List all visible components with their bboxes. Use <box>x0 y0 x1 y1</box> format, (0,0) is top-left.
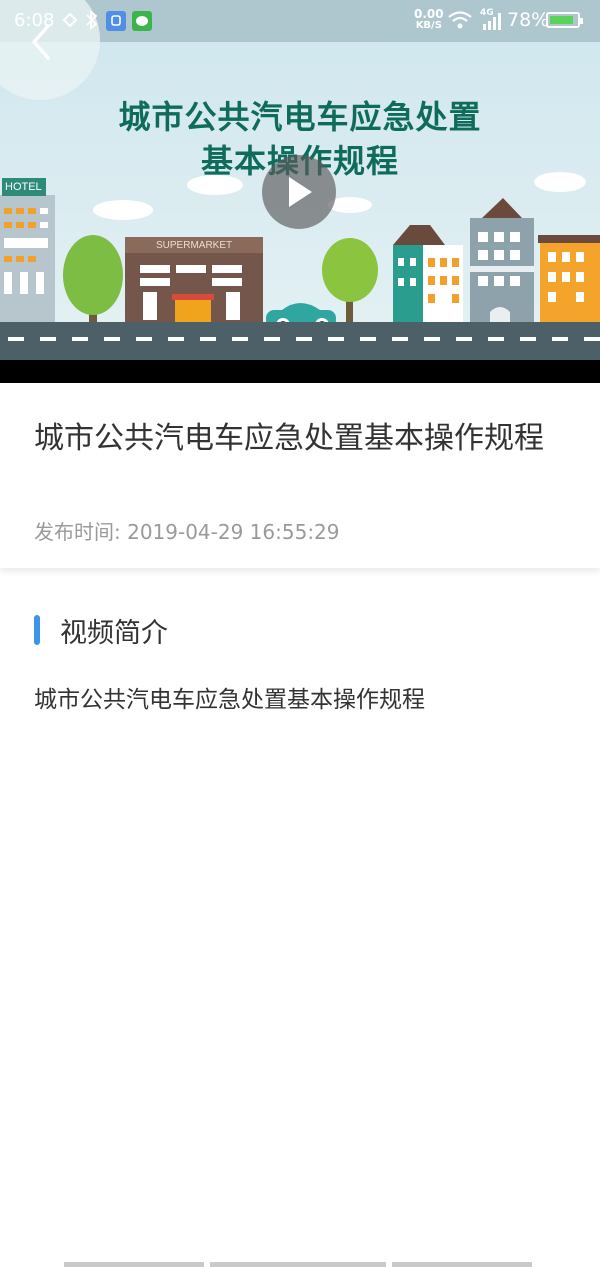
status-bar: 6:08 0.00 KB/S 4G 78% <box>0 0 600 40</box>
play-button[interactable] <box>262 155 336 229</box>
video-player[interactable]: HOTEL SUPERMARKET 城市公共汽电车应急处置 基本操作规程 <box>0 0 600 383</box>
play-icon <box>289 177 312 207</box>
battery-icon <box>546 12 583 28</box>
network-speed: 0.00 KB/S <box>414 7 444 31</box>
article-title: 城市公共汽电车应急处置基本操作规程 <box>34 421 544 456</box>
status-time: 6:08 <box>14 10 55 31</box>
intro-description: 城市公共汽电车应急处置基本操作规程 <box>34 687 425 713</box>
intro-section-header: 视频简介 <box>34 612 168 649</box>
intro-header-label: 视频简介 <box>60 617 168 649</box>
rotate-icon <box>62 12 78 28</box>
message-app-icon <box>132 11 152 31</box>
publish-time: 发布时间: 2019-04-29 16:55:29 <box>34 520 340 544</box>
bluetooth-icon <box>86 10 98 30</box>
bottom-indicator <box>64 1262 534 1267</box>
battery-percent: 78% <box>507 9 550 31</box>
hotel-sign: HOTEL <box>5 181 42 193</box>
signal-icon <box>483 13 501 30</box>
notification-app-icon <box>106 11 126 31</box>
wifi-icon <box>448 11 472 29</box>
accent-bar <box>34 615 40 645</box>
video-title-line1: 城市公共汽电车应急处置 <box>118 98 482 136</box>
video-info-card: 城市公共汽电车应急处置基本操作规程 发布时间: 2019-04-29 16:55… <box>0 383 600 568</box>
supermarket-sign: SUPERMARKET <box>156 240 233 251</box>
